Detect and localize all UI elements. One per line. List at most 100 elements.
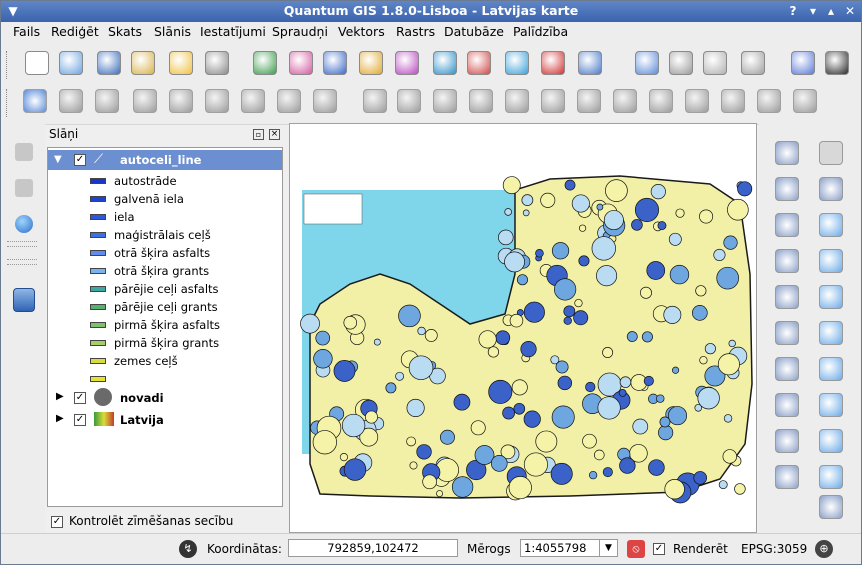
save-as-icon[interactable] [131,51,155,75]
whats-this-icon[interactable] [825,51,849,75]
menu-slanis[interactable]: Slānis [154,24,191,39]
new-project-icon[interactable] [25,51,49,75]
menu-rediget[interactable]: Rediģēt [51,24,99,39]
add-wfs-layer-icon[interactable] [467,51,491,75]
render-checkbox[interactable]: ✓ [653,543,665,555]
menu-palidziba[interactable]: Palīdzība [513,24,568,39]
map-tips-icon[interactable] [775,357,799,381]
redo-icon[interactable] [397,89,421,113]
chevron-down-icon[interactable]: ▼ [599,540,617,556]
float-panel-icon[interactable]: ▫ [253,129,264,140]
map-view[interactable] [290,124,756,532]
undo-icon[interactable] [363,89,387,113]
menu-vektors[interactable]: Vektors [338,24,385,39]
collapse-arrow-icon[interactable]: ▼ [54,151,62,169]
expand-arrow-icon[interactable]: ▶ [56,410,64,428]
menu-skats[interactable]: Skats [108,24,142,39]
crs-status[interactable]: EPSG:3059 [741,540,807,558]
label-icon[interactable] [635,51,659,75]
toggle-editing-icon[interactable] [23,89,47,113]
zoom-to-layer-icon[interactable] [819,321,843,345]
move-label-icon[interactable] [703,51,727,75]
pin-labels-icon[interactable] [669,51,693,75]
delete-ring-icon[interactable] [541,89,565,113]
add-vector-layer-icon[interactable] [289,51,313,75]
render-order-checkbox[interactable]: ✓ [51,516,63,528]
zoom-next-icon[interactable] [819,465,843,489]
print-icon[interactable] [205,51,229,75]
add-spatialite-layer-icon[interactable] [359,51,383,75]
split-features-icon[interactable] [685,89,709,113]
add-vector-tool-icon[interactable] [15,143,33,161]
add-ring-icon[interactable] [469,89,493,113]
new-shapefile-icon[interactable] [505,51,529,75]
layer-name-novadi[interactable]: novadi [120,389,164,407]
menu-iestatijumi[interactable]: Iestatījumi [200,24,266,39]
select-icon[interactable] [775,213,799,237]
close-icon[interactable]: ✕ [842,3,858,19]
refresh-icon[interactable] [819,495,843,519]
paste-features-icon[interactable] [313,89,337,113]
toolbar-grip[interactable] [6,89,9,117]
merge-attributes-icon[interactable] [757,89,781,113]
save-edits-icon[interactable] [59,89,83,113]
add-wms-layer-icon[interactable] [433,51,457,75]
save-project-icon[interactable] [97,51,121,75]
zoom-full-icon[interactable] [819,285,843,309]
add-part-icon[interactable] [505,89,529,113]
stop-rendering-icon[interactable]: ⦸ [627,540,645,558]
expand-arrow-icon[interactable]: ▶ [56,388,64,406]
open-project-icon[interactable] [59,51,83,75]
minimize-icon[interactable]: ▾ [805,3,821,19]
identify-icon[interactable] [775,141,799,165]
rotate-point-symbols-icon[interactable] [793,89,817,113]
globe-icon[interactable] [15,215,33,233]
add-postgis-layer-icon[interactable] [323,51,347,75]
offset-curve-icon[interactable] [649,89,673,113]
copy-features-icon[interactable] [277,89,301,113]
add-delimited-text-icon[interactable] [578,51,602,75]
zoom-native-icon[interactable] [819,393,843,417]
pan-to-selection-icon[interactable] [819,177,843,201]
attribute-table-icon[interactable] [775,285,799,309]
maximize-icon[interactable]: ▴ [823,3,839,19]
menu-datubaze[interactable]: Datubāze [444,24,504,39]
scale-combo[interactable]: 1:4055798 ▼ [520,539,618,557]
delete-part-icon[interactable] [577,89,601,113]
database-icon[interactable] [13,288,35,312]
render-order-label[interactable]: Kontrolēt zīmēšanas secību [69,512,233,530]
reshape-features-icon[interactable] [613,89,637,113]
zoom-last-icon[interactable] [819,429,843,453]
zoom-out-icon[interactable] [819,249,843,273]
menu-rastrs[interactable]: Rastrs [396,24,435,39]
delete-selected-icon[interactable] [205,89,229,113]
render-label[interactable]: Renderēt [673,540,728,558]
layer-name-autoceli-line[interactable]: autoceli_line [120,151,201,169]
new-bookmark-icon[interactable] [775,393,799,417]
text-annotation-icon[interactable] [775,465,799,489]
pan-icon[interactable] [819,141,843,165]
help-icon[interactable]: ? [785,3,801,19]
menu-spraudni[interactable]: Spraudņi [272,24,328,39]
measure-icon[interactable] [775,321,799,345]
action-icon[interactable] [775,177,799,201]
zoom-in-icon[interactable] [819,213,843,237]
help-icon[interactable] [791,51,815,75]
layer-name-latvija[interactable]: Latvija [120,411,164,429]
add-feature-icon[interactable] [95,89,119,113]
menu-fails[interactable]: Fails [13,24,40,39]
map-canvas[interactable] [289,123,757,533]
zoom-selection-icon[interactable] [819,357,843,381]
simplify-feature-icon[interactable] [433,89,457,113]
toolbar-grip[interactable] [6,51,9,79]
crs-globe-icon[interactable]: ⊕ [815,540,833,558]
remove-layer-icon[interactable] [541,51,565,75]
new-print-composer-icon[interactable] [169,51,193,75]
coords-field[interactable]: 792859,102472 [288,539,458,557]
layer-checkbox[interactable]: ✓ [74,392,86,404]
add-raster-layer-icon[interactable] [253,51,277,75]
histogram-icon[interactable] [15,179,33,197]
deselect-icon[interactable] [775,249,799,273]
move-feature-icon[interactable] [133,89,157,113]
merge-features-icon[interactable] [721,89,745,113]
